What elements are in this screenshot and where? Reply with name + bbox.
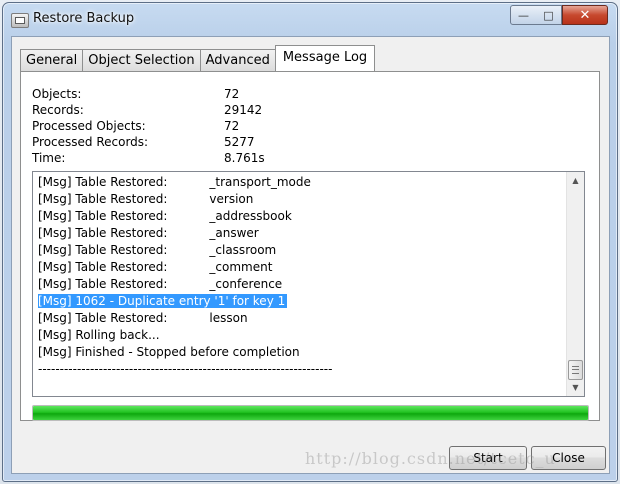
- message-log-panel: Objects: 72 Records: 29142 Processed Obj…: [20, 71, 600, 421]
- log-line[interactable]: ----------------------------------------…: [38, 361, 332, 378]
- dialog-body: General Object Selection Advanced Messag…: [11, 36, 610, 474]
- app-icon: [11, 13, 29, 28]
- tab-general[interactable]: General: [20, 49, 84, 71]
- log-line[interactable]: [Msg] Table Restored: lesson: [38, 310, 332, 327]
- log-lines: [Msg] Table Restored: _transport_mode [M…: [38, 174, 332, 378]
- log-line-text: [Msg] Table Restored: lesson: [38, 311, 248, 325]
- stat-label: Records:: [32, 103, 84, 117]
- stat-value: 8.761s: [224, 151, 265, 165]
- stat-records: Records: 29142: [32, 102, 332, 118]
- stat-objects: Objects: 72: [32, 86, 332, 102]
- close-window-button[interactable]: ✕: [562, 5, 608, 25]
- log-line-text: ----------------------------------------…: [38, 362, 333, 376]
- maximize-icon: □: [543, 8, 554, 22]
- stat-label: Processed Records:: [32, 135, 149, 149]
- minimize-button[interactable]: —: [510, 5, 537, 25]
- restore-stats: Objects: 72 Records: 29142 Processed Obj…: [32, 86, 332, 166]
- log-line-text: [Msg] 1062 - Duplicate entry '1' for key…: [38, 294, 288, 308]
- log-line-text: [Msg] Rolling back...: [38, 328, 160, 342]
- log-line-text: [Msg] Table Restored: _classroom: [38, 243, 277, 257]
- log-line-text: [Msg] Table Restored: _answer: [38, 226, 259, 240]
- stat-label: Objects:: [32, 87, 82, 101]
- stat-label: Time:: [32, 151, 66, 165]
- scroll-thumb[interactable]: [568, 360, 583, 380]
- stat-value: 5277: [224, 135, 255, 149]
- log-line[interactable]: [Msg] Table Restored: _addressbook: [38, 208, 332, 225]
- close-icon: ✕: [579, 7, 591, 23]
- stat-value: 72: [224, 87, 240, 101]
- stat-processed-records: Processed Records: 5277: [32, 134, 332, 150]
- scroll-down-icon[interactable]: ▼: [567, 379, 584, 396]
- minimize-icon: —: [518, 8, 529, 22]
- log-line-text: [Msg] Table Restored: _conference: [38, 277, 283, 291]
- stat-time: Time: 8.761s: [32, 150, 332, 166]
- tab-object-selection[interactable]: Object Selection: [82, 49, 201, 71]
- log-line-text: [Msg] Table Restored: _addressbook: [38, 209, 292, 223]
- log-line-selected[interactable]: [Msg] 1062 - Duplicate entry '1' for key…: [38, 293, 332, 310]
- log-scrollbar[interactable]: ▲ ▼: [566, 172, 584, 396]
- title-bar[interactable]: Restore Backup — □ ✕: [3, 3, 617, 37]
- log-line[interactable]: [Msg] Table Restored: _classroom: [38, 242, 332, 259]
- message-log-list[interactable]: [Msg] Table Restored: _transport_mode [M…: [32, 171, 585, 397]
- stat-value: 29142: [224, 103, 263, 117]
- log-line-text: [Msg] Finished - Stopped before completi…: [38, 345, 300, 359]
- restore-progress-bar: [32, 405, 589, 421]
- log-line[interactable]: [Msg] Finished - Stopped before completi…: [38, 344, 332, 361]
- progress-fill: [33, 406, 588, 420]
- tab-message-log[interactable]: Message Log: [274, 45, 376, 71]
- log-line[interactable]: [Msg] Table Restored: _answer: [38, 225, 332, 242]
- log-line[interactable]: [Msg] Table Restored: _conference: [38, 276, 332, 293]
- log-line-text: [Msg] Table Restored: _transport_mode: [38, 175, 311, 189]
- tab-advanced[interactable]: Advanced: [199, 49, 276, 71]
- log-line[interactable]: [Msg] Table Restored: _comment: [38, 259, 332, 276]
- stat-processed-objects: Processed Objects: 72: [32, 118, 332, 134]
- log-line[interactable]: [Msg] Table Restored: version: [38, 191, 332, 208]
- log-line[interactable]: [Msg] Table Restored: _transport_mode: [38, 174, 332, 191]
- log-line-text: [Msg] Table Restored: version: [38, 192, 254, 206]
- restore-backup-dialog: Restore Backup — □ ✕ General Object Sele…: [2, 2, 618, 482]
- maximize-button[interactable]: □: [536, 5, 562, 25]
- stat-value: 72: [224, 119, 240, 133]
- watermark: http://blog.csdn.net/tcetc_u: [305, 449, 556, 468]
- tab-strip: General Object Selection Advanced Messag…: [20, 45, 376, 71]
- log-line-text: [Msg] Table Restored: _comment: [38, 260, 273, 274]
- log-line[interactable]: [Msg] Rolling back...: [38, 327, 332, 344]
- window-title: Restore Backup: [33, 11, 135, 26]
- stat-label: Processed Objects:: [32, 119, 146, 133]
- scroll-up-icon[interactable]: ▲: [567, 172, 584, 189]
